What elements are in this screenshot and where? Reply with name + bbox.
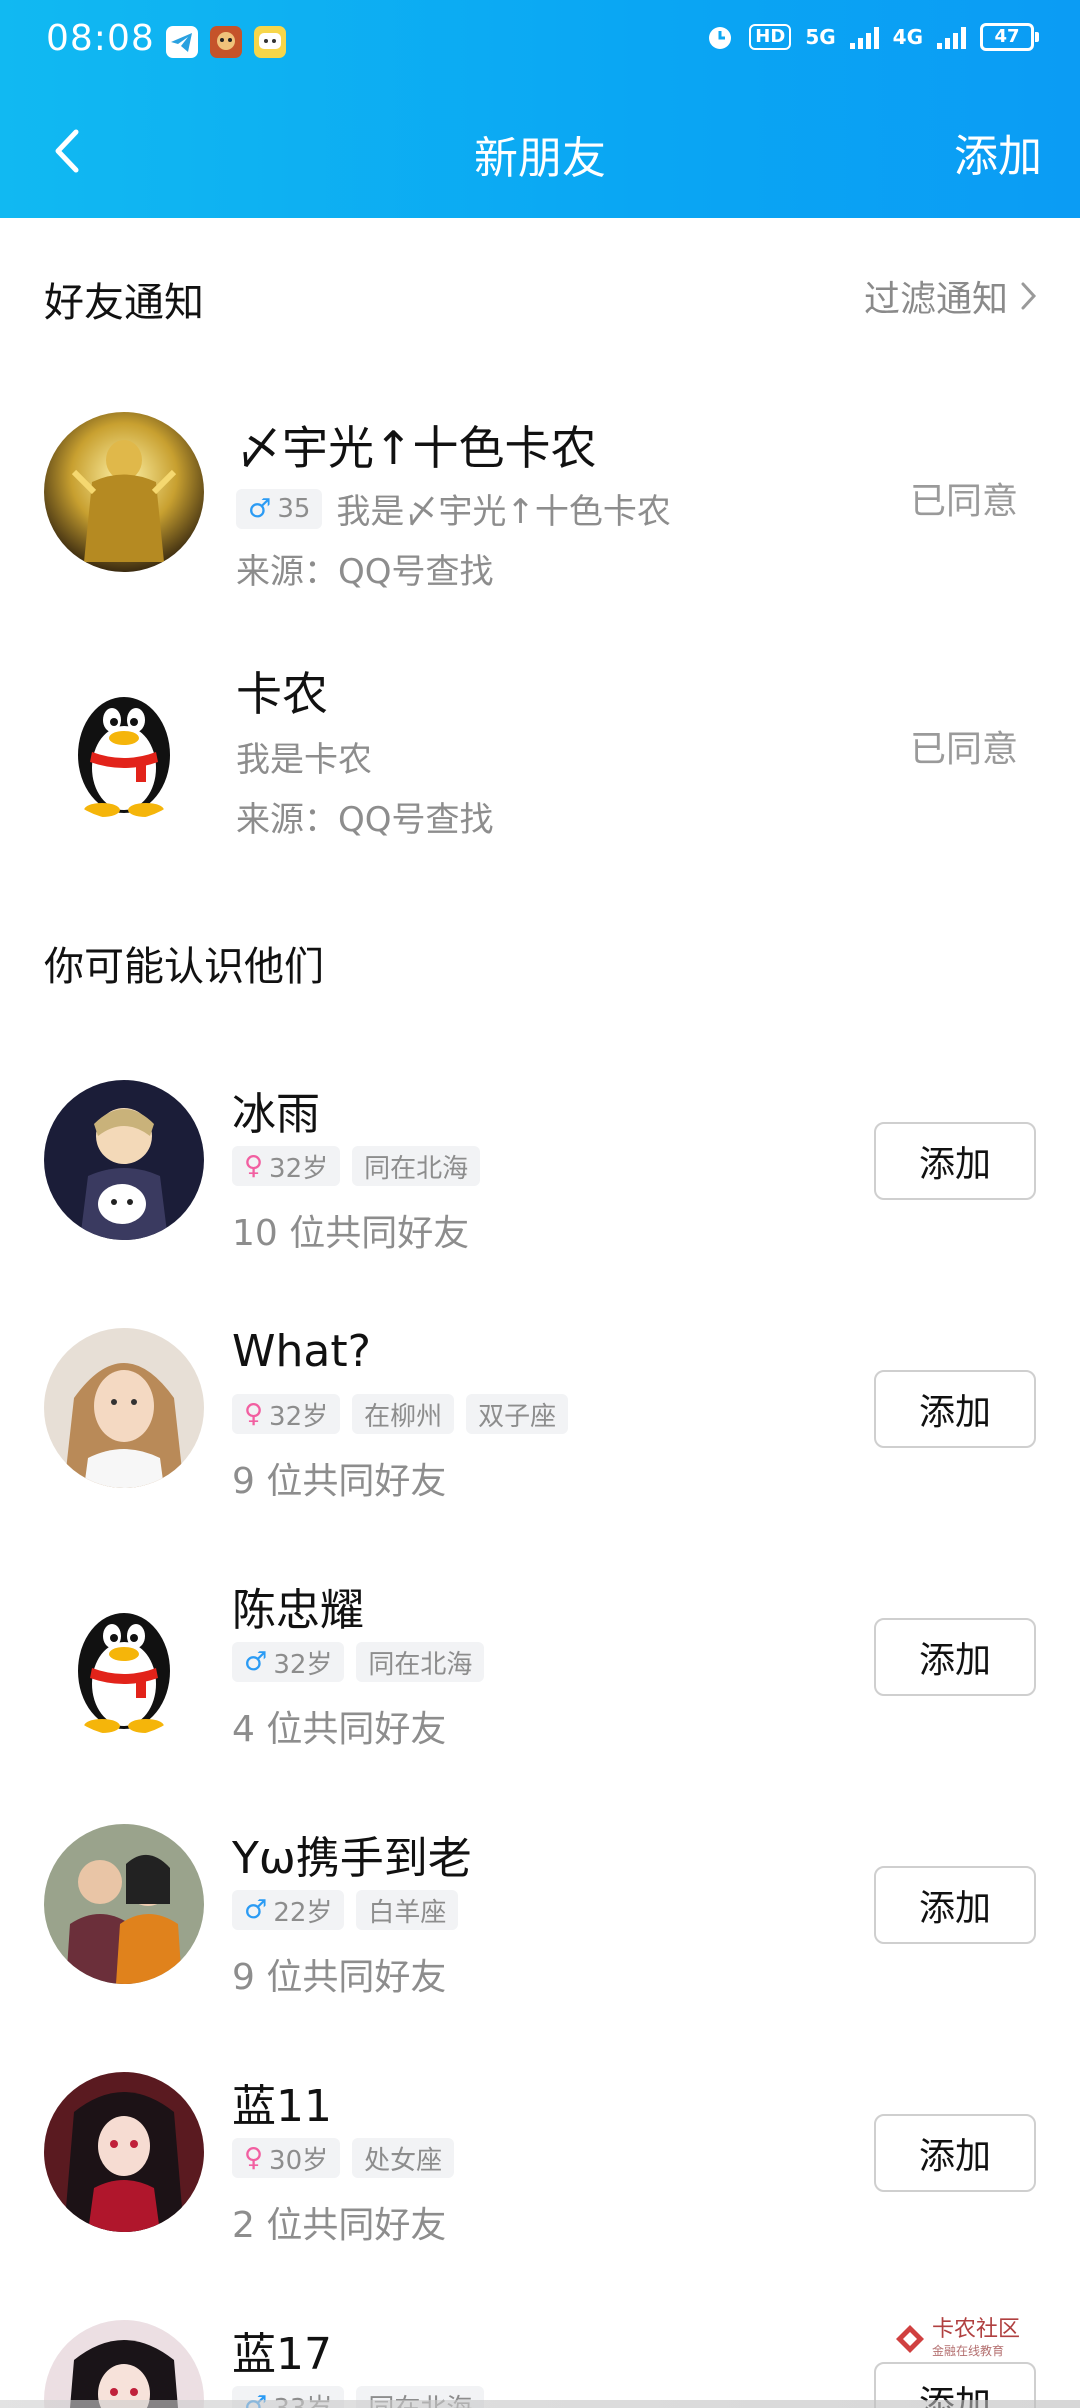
watermark-logo-icon (895, 2324, 924, 2353)
wukong-app-icon (254, 26, 286, 58)
status-badge: 已同意 (909, 729, 1018, 770)
suggestion-name: 陈忠耀 (232, 1585, 364, 1636)
avatar[interactable] (44, 1080, 204, 1240)
add-button[interactable]: 添加 (874, 2114, 1036, 2192)
mutual-friends-count: 4 位共同好友 (232, 1709, 447, 1750)
status-time: 08:08 (46, 18, 155, 59)
avatar[interactable] (44, 1824, 204, 1984)
location-tag: 同在北海 (352, 1146, 481, 1186)
add-button[interactable]: 添加 (874, 1866, 1036, 1944)
telegram-icon (166, 26, 198, 58)
add-button[interactable]: 添加 (874, 1122, 1036, 1200)
female-icon: ♀ (244, 1151, 264, 1181)
add-button[interactable]: 添加 (874, 1618, 1036, 1696)
male-icon: ♂ (248, 493, 272, 524)
status-indicators: HD 5G 4G 47 (705, 22, 1039, 52)
avatar[interactable] (44, 1328, 204, 1488)
suggestion-name: Yω携手到老 (232, 1833, 472, 1884)
notification-message: 我是〆宇光↑十色卡农 (336, 492, 671, 532)
qq-penguin-avatar[interactable] (44, 1576, 204, 1736)
age-label: 32岁 (269, 1153, 329, 1184)
battery-icon: 47 (980, 23, 1039, 51)
gender-age-tag: ♀ 32岁 (232, 1394, 341, 1434)
watermark: 卡农社区 金融在线教育 (894, 2318, 1020, 2359)
signal-5g-icon (849, 25, 879, 49)
chevron-right-icon (1021, 282, 1037, 310)
add-friend-button[interactable]: 添加 (954, 120, 1042, 184)
watermark-text: 卡农社区 (931, 2317, 1020, 2342)
age-label: 32岁 (273, 1649, 333, 1680)
gender-age-tag: ♀ 32岁 (232, 1146, 341, 1186)
filter-notifications-label: 过滤通知 (863, 279, 1008, 320)
gender-age-tag: ♂ 22岁 (232, 1890, 345, 1930)
zodiac-tag: 处女座 (352, 2138, 455, 2178)
suggestion-tags: ♀ 32岁 同在北海 (232, 1146, 481, 1186)
male-icon: ♂ (244, 1895, 268, 1925)
suggestion-name: 蓝17 (232, 2329, 332, 2380)
suggestion-name: 冰雨 (232, 1089, 320, 1140)
gesture-bar (0, 2400, 1080, 2408)
suggestion-tags: ♂ 32岁 同在北海 (232, 1642, 485, 1682)
notification-message-row: ♂ 35 我是〆宇光↑十色卡农 (236, 484, 671, 533)
notification-source: 来源：QQ号查找 (236, 800, 494, 840)
female-icon: ♀ (244, 2143, 264, 2173)
5g-label: 5G (805, 25, 836, 49)
game-app-icon (210, 26, 242, 58)
status-badge: 已同意 (909, 481, 1018, 522)
filter-notifications-link[interactable]: 过滤通知 (864, 270, 1040, 322)
suggestion-name: What? (232, 1326, 371, 1377)
female-icon: ♀ (244, 1399, 264, 1429)
signal-4g-icon (937, 25, 966, 49)
mutual-friends-count: 9 位共同好友 (232, 1957, 447, 1998)
add-button[interactable]: 添加 (874, 1370, 1036, 1448)
notification-source: 来源：QQ号查找 (236, 552, 494, 592)
hd-indicator: HD (749, 24, 792, 50)
age-label: 30岁 (269, 2145, 329, 2176)
suggestions-title: 你可能认识他们 (44, 944, 324, 990)
male-icon: ♂ (244, 1647, 268, 1677)
age-label: 32岁 (269, 1401, 329, 1432)
avatar[interactable] (44, 2320, 204, 2408)
navigation-bar: 新朋友 添加 (0, 100, 1080, 200)
avatar[interactable] (44, 412, 204, 572)
suggestion-tags: ♀ 30岁 处女座 (232, 2138, 455, 2178)
notification-name: 卡农 (236, 667, 328, 721)
mutual-friends-count: 2 位共同好友 (232, 2205, 447, 2246)
friend-notifications-title: 好友通知 (44, 280, 204, 326)
zodiac-tag: 白羊座 (356, 1890, 459, 1930)
gender-age-tag: ♂ 32岁 (232, 1642, 345, 1682)
page-title: 新朋友 (474, 133, 606, 184)
suggestion-tags: ♂ 22岁 白羊座 (232, 1890, 459, 1930)
location-tag: 在柳州 (352, 1394, 455, 1434)
mutual-friends-count: 9 位共同好友 (232, 1461, 447, 1502)
zodiac-tag: 双子座 (466, 1394, 569, 1434)
gender-age-tag: ♀ 30岁 (232, 2138, 341, 2178)
alarm-icon (709, 27, 732, 49)
gender-age-tag: ♂ 35 (236, 488, 323, 529)
age-label: 35 (277, 493, 311, 524)
suggestion-name: 蓝11 (232, 2081, 332, 2132)
notification-message: 我是卡农 (236, 732, 372, 781)
avatar[interactable] (44, 2072, 204, 2232)
age-label: 22岁 (273, 1897, 333, 1928)
suggestion-tags: ♀ 32岁 在柳州 双子座 (232, 1394, 569, 1434)
status-bar: 08:08 HD 5G 4G 47 (0, 0, 1080, 84)
4g-label: 4G (892, 25, 923, 49)
app-header: 08:08 HD 5G 4G 47 新朋友 添加 (0, 0, 1080, 218)
location-tag: 同在北海 (356, 1642, 485, 1682)
notification-name: 〆宇光↑十色卡农 (236, 421, 597, 475)
watermark-subtext: 金融在线教育 (931, 2344, 1004, 2358)
mutual-friends-count: 10 位共同好友 (232, 1213, 470, 1254)
qq-penguin-avatar[interactable] (44, 660, 204, 820)
notification-message-text: 我是卡农 (236, 740, 372, 780)
